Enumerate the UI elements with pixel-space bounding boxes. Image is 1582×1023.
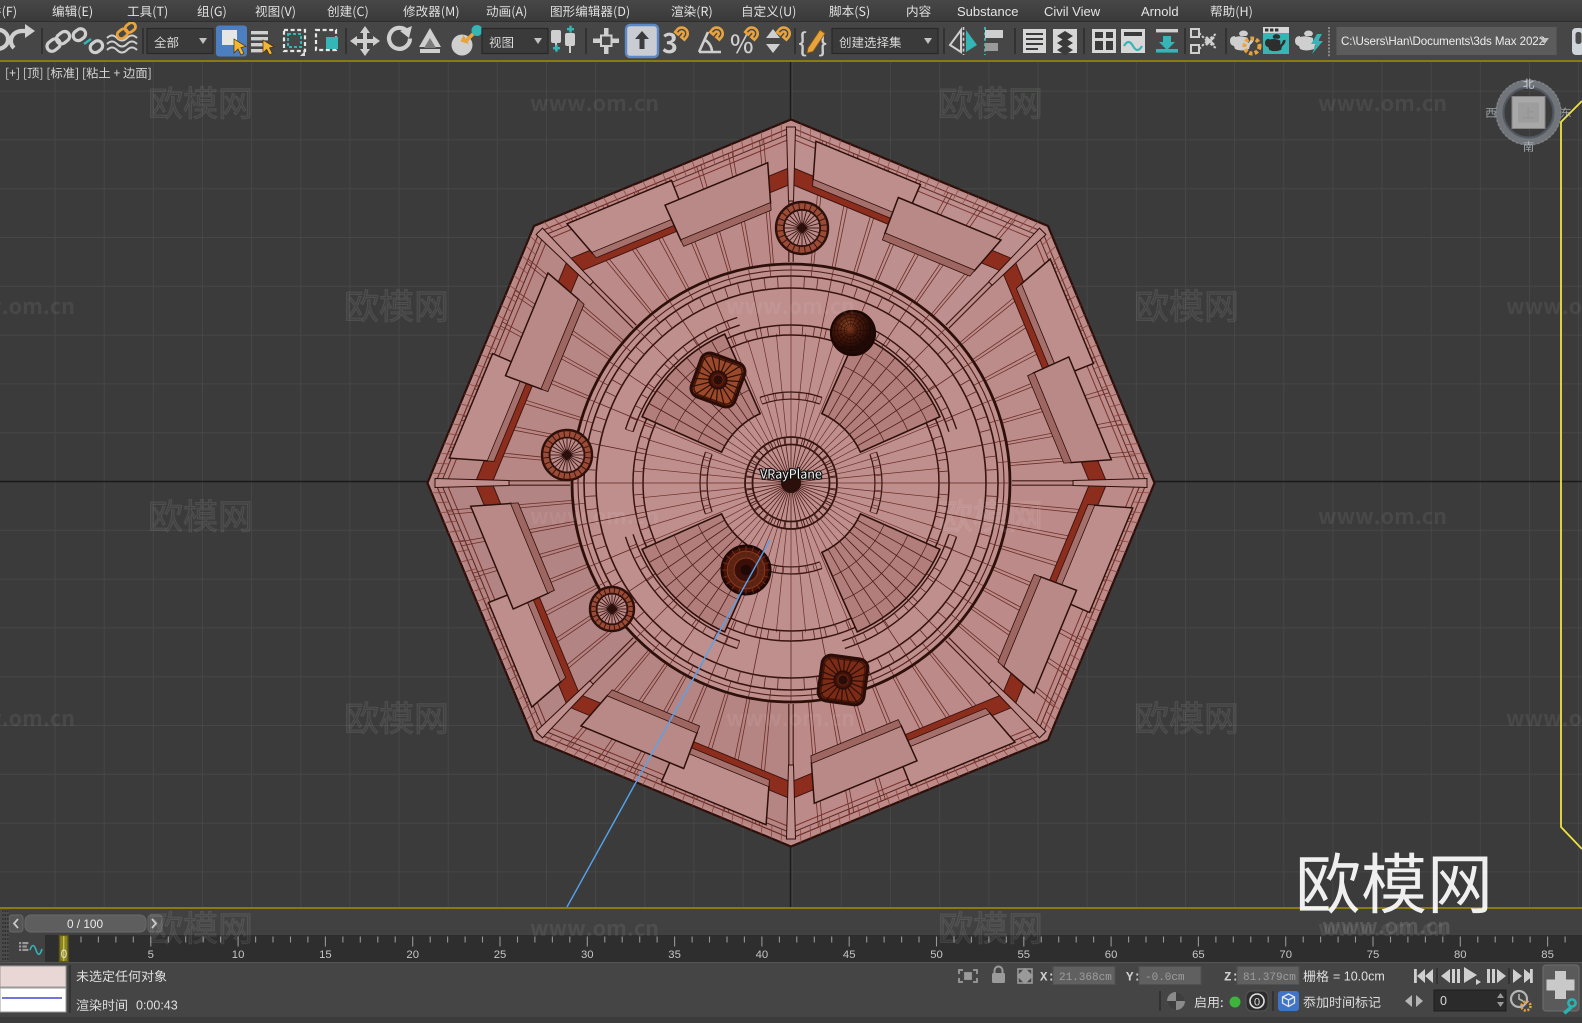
svg-text:10: 10	[232, 949, 245, 961]
svg-text:0: 0	[1440, 994, 1447, 1008]
svg-text:55: 55	[1018, 949, 1031, 961]
svg-text:30: 30	[581, 949, 594, 961]
svg-text:= 10.0cm: = 10.0cm	[1333, 970, 1385, 984]
svg-text:Substance: Substance	[957, 4, 1018, 19]
svg-text:40: 40	[756, 949, 769, 961]
svg-text:15: 15	[319, 949, 332, 961]
svg-text:75: 75	[1367, 949, 1380, 961]
svg-text:60: 60	[1105, 949, 1118, 961]
svg-text:20: 20	[406, 949, 419, 961]
svg-text:85: 85	[1541, 949, 1554, 961]
svg-text:Arnold: Arnold	[1141, 4, 1179, 19]
svg-text:0: 0	[1254, 997, 1260, 1009]
svg-text:0:00:43: 0:00:43	[136, 999, 178, 1013]
svg-text:50: 50	[930, 949, 943, 961]
svg-text:81.379cm: 81.379cm	[1243, 972, 1296, 984]
svg-text:65: 65	[1192, 949, 1205, 961]
svg-text:0: 0	[61, 949, 67, 961]
svg-text:5: 5	[148, 949, 154, 961]
svg-text:25: 25	[494, 949, 507, 961]
svg-text:-0.0cm: -0.0cm	[1145, 972, 1185, 984]
svg-text:Civil View: Civil View	[1044, 4, 1101, 19]
svg-text:C:\Users\Han\Documents\3ds Max: C:\Users\Han\Documents\3ds Max 2022	[1341, 35, 1545, 48]
svg-text:70: 70	[1279, 949, 1292, 961]
svg-text:0 / 100: 0 / 100	[67, 917, 104, 931]
svg-text:35: 35	[668, 949, 681, 961]
svg-text:21.368cm: 21.368cm	[1059, 972, 1112, 984]
svg-text:80: 80	[1454, 949, 1467, 961]
svg-text:45: 45	[843, 949, 856, 961]
